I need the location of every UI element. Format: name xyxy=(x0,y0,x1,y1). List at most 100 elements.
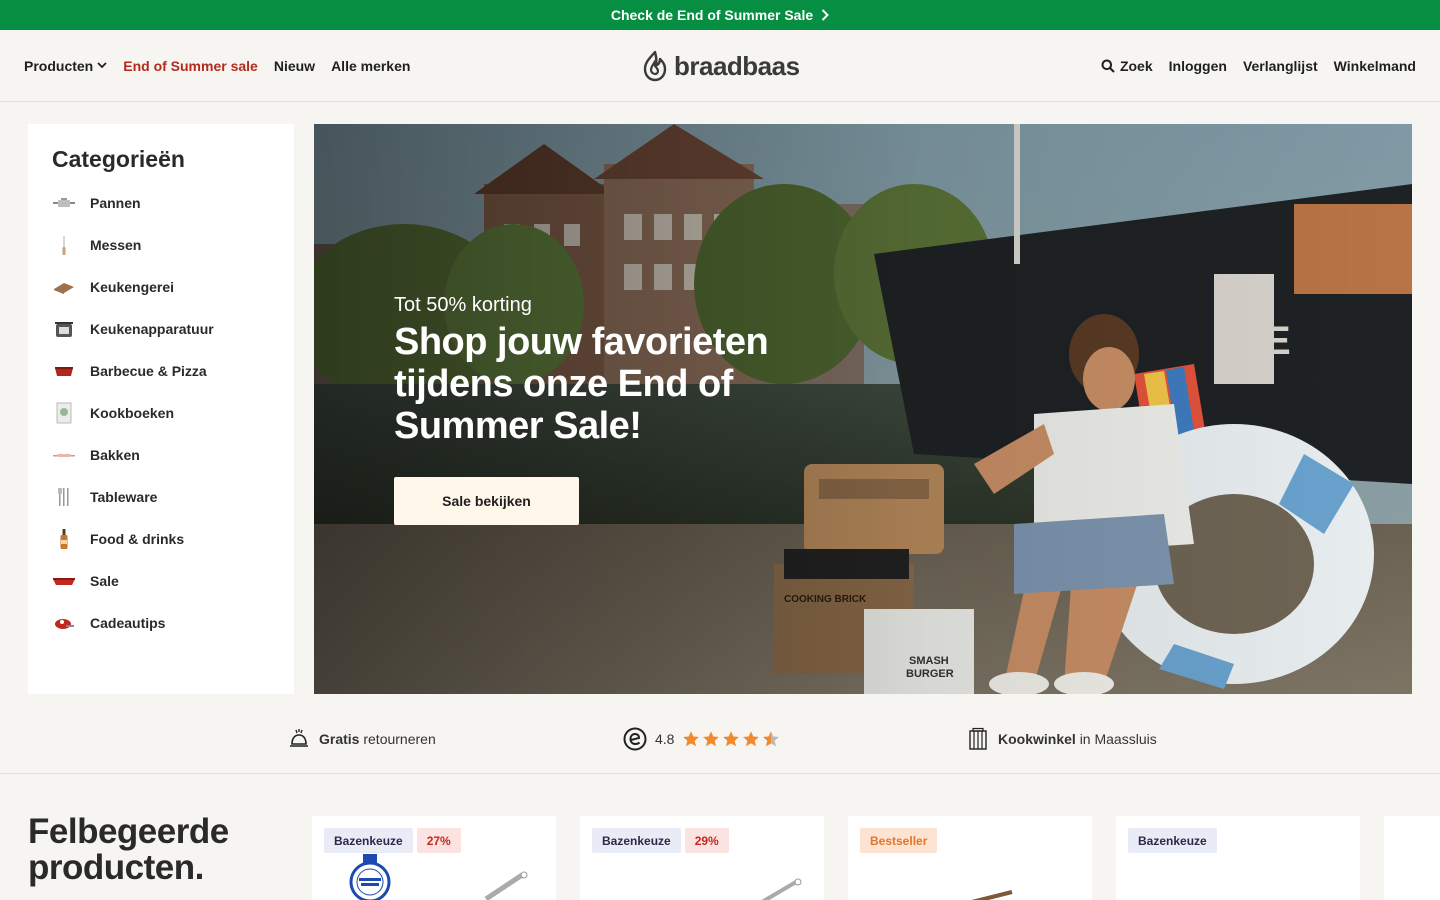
knife-icon xyxy=(52,233,76,257)
store-rest: in Maassluis xyxy=(1079,731,1157,747)
badge-bazenkeuze: Bazenkeuze xyxy=(1128,828,1217,853)
nav-merken-label: Alle merken xyxy=(331,57,411,74)
pan-icon xyxy=(52,191,76,215)
flame-logo-icon xyxy=(643,50,667,82)
category-label: Tableware xyxy=(90,489,158,505)
usp-bar: Gratis retourneren 4.8 Kookwinkel in Maa… xyxy=(0,716,1440,774)
bottle-icon xyxy=(52,527,76,551)
category-item-sale[interactable]: Sale xyxy=(52,560,272,602)
category-item-cadeautips[interactable]: Cadeautips xyxy=(52,602,272,644)
cart-link[interactable]: Winkelmand xyxy=(1334,58,1416,74)
category-item-barbecue-pizza[interactable]: Barbecue & Pizza xyxy=(52,350,272,392)
gift-icon xyxy=(52,611,76,635)
category-label: Barbecue & Pizza xyxy=(90,363,207,379)
returns-rest: retourneren xyxy=(363,731,436,747)
cookbook-icon xyxy=(52,401,76,425)
appliance-icon xyxy=(52,317,76,341)
search-label: Zoek xyxy=(1119,57,1153,74)
nav-producten-label: Producten xyxy=(24,57,94,74)
badge-bazenkeuze: Bazenkeuze xyxy=(324,828,413,853)
chevron-down-icon xyxy=(97,62,107,69)
badge-discount: 27% xyxy=(416,828,461,853)
category-item-keukengerei[interactable]: Keukengerei xyxy=(52,266,272,308)
account-nav: Zoek Inloggen Verlanglijst Winkelmand xyxy=(1101,30,1416,101)
category-label: Keukengerei xyxy=(90,279,175,295)
category-label: Pannen xyxy=(90,195,141,211)
promo-banner[interactable]: Check de End of Summer Sale xyxy=(0,0,1440,30)
site-logo[interactable]: braadbaas xyxy=(642,50,800,82)
category-label: Messen xyxy=(90,237,142,253)
cutlery-icon xyxy=(52,485,76,509)
category-item-pannen[interactable]: Pannen xyxy=(52,182,272,224)
service-bell-icon xyxy=(290,729,308,747)
promo-text: Check de End of Summer Sale xyxy=(610,7,814,23)
category-item-bakken[interactable]: Bakken xyxy=(52,434,272,476)
wishlist-link[interactable]: Verlanglijst xyxy=(1243,58,1318,74)
usp-returns[interactable]: Gratis retourneren xyxy=(287,726,436,752)
category-label: Bakken xyxy=(90,447,140,463)
product-badges: Bestseller xyxy=(860,828,938,853)
category-sidebar: Categorieën Pannen Messen Keukengerei Ke… xyxy=(28,124,294,694)
store-icon xyxy=(969,727,987,750)
product-card[interactable]: Bazenkeuze 27% xyxy=(312,816,556,900)
bbq-icon xyxy=(52,359,76,383)
star-icon xyxy=(743,731,760,747)
rolling-pin-icon xyxy=(52,443,76,467)
usp-store[interactable]: Kookwinkel in Maassluis xyxy=(966,726,1157,752)
nav-nieuw[interactable]: Nieuw xyxy=(274,58,315,74)
badge-discount: 29% xyxy=(684,828,729,853)
usp-rating[interactable]: 4.8 xyxy=(623,726,780,752)
nav-end-of-summer-sale[interactable]: End of Summer sale xyxy=(123,58,258,74)
rating-stars xyxy=(682,730,780,748)
product-card[interactable]: Bazenkeuze xyxy=(1116,816,1360,900)
cutting-board-icon xyxy=(52,275,76,299)
category-item-tableware[interactable]: Tableware xyxy=(52,476,272,518)
hero-subtitle: Tot 50% korting xyxy=(394,294,532,316)
product-card[interactable]: Bestseller xyxy=(848,816,1092,900)
nav-nieuw-label: Nieuw xyxy=(273,57,316,74)
category-list: Pannen Messen Keukengerei Keukenapparatu… xyxy=(52,182,272,644)
category-item-kookboeken[interactable]: Kookboeken xyxy=(52,392,272,434)
category-label: Food & drinks xyxy=(90,531,185,547)
nav-alle-merken[interactable]: Alle merken xyxy=(331,58,410,74)
nav-sale-label: End of Summer sale xyxy=(123,57,258,74)
half-star-icon xyxy=(763,731,780,747)
star-icon xyxy=(703,731,720,747)
badge-bestseller: Bestseller xyxy=(860,828,938,853)
search-button[interactable]: Zoek xyxy=(1101,58,1153,74)
nav-producten[interactable]: Producten xyxy=(24,58,107,74)
category-item-food-drinks[interactable]: Food & drinks xyxy=(52,518,272,560)
rating-value: 4.8 xyxy=(655,731,675,747)
returns-bold: Gratis xyxy=(319,731,360,747)
store-bold: Kookwinkel xyxy=(998,731,1076,747)
hero-banner[interactable]: RIE COOKING BRICK SMASH BURGER xyxy=(314,124,1412,694)
product-image xyxy=(484,871,528,900)
product-image xyxy=(761,878,802,900)
product-card[interactable] xyxy=(1384,816,1440,900)
category-label: Sale xyxy=(90,573,119,589)
star-icon xyxy=(723,731,740,747)
category-label: Kookboeken xyxy=(90,405,175,421)
category-item-keukenapparatuur[interactable]: Keukenapparatuur xyxy=(52,308,272,350)
sale-dish-icon xyxy=(52,569,76,593)
product-card[interactable]: Bazenkeuze 29% xyxy=(580,816,824,900)
badge-bazenkeuze: Bazenkeuze xyxy=(592,828,681,853)
login-link[interactable]: Inloggen xyxy=(1169,58,1227,74)
product-badges: Bazenkeuze 27% xyxy=(324,828,461,853)
sale-bekijken-button[interactable]: Sale bekijken xyxy=(394,477,579,525)
search-icon xyxy=(1101,59,1115,73)
test-winner-seal-icon xyxy=(349,854,391,900)
wishlist-label: Verlanglijst xyxy=(1242,57,1318,74)
login-label: Inloggen xyxy=(1168,57,1227,74)
hero-title: Shop jouw favorieten tijdens onze End of… xyxy=(394,321,769,447)
site-header: Producten End of Summer sale Nieuw Alle … xyxy=(0,30,1440,102)
product-image xyxy=(971,890,1013,900)
product-badges: Bazenkeuze 29% xyxy=(592,828,729,853)
category-title: Categorieën xyxy=(52,146,185,172)
hero-text: Tot 50% korting Shop jouw favorieten tij… xyxy=(394,294,854,447)
featured-title: Felbegeerde producten. xyxy=(28,812,229,887)
star-icon xyxy=(683,731,700,747)
main-nav: Producten End of Summer sale Nieuw Alle … xyxy=(24,30,410,101)
category-item-messen[interactable]: Messen xyxy=(52,224,272,266)
cart-label: Winkelmand xyxy=(1333,57,1416,74)
